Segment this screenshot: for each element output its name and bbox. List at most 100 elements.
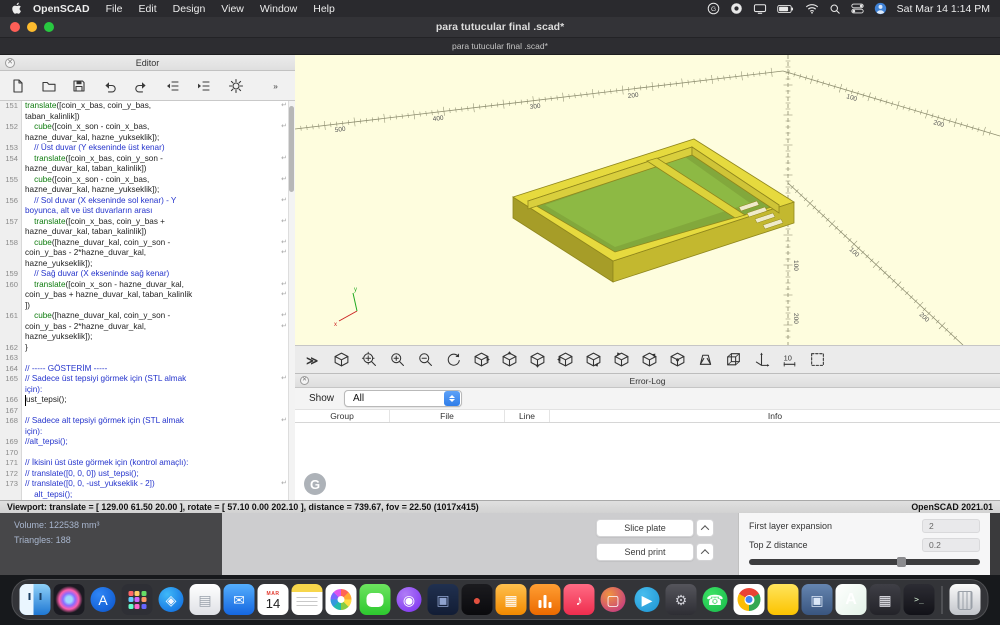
column-header-group[interactable]: Group (295, 410, 390, 422)
reset-view-icon[interactable] (443, 350, 463, 370)
orthographic-icon[interactable] (723, 350, 743, 370)
column-header-file[interactable]: File (390, 410, 505, 422)
camera-app-dock-icon[interactable]: ● (462, 584, 493, 615)
control-center-icon[interactable] (851, 3, 864, 14)
zoom-out-icon[interactable] (415, 350, 435, 370)
view-front-icon[interactable] (583, 350, 603, 370)
terminal-dock-icon[interactable]: >_ (904, 584, 935, 615)
calendar-dock-icon[interactable]: MAR14 (258, 584, 289, 615)
editor-scrollbar-thumb[interactable] (289, 106, 294, 192)
3d-viewport[interactable]: 500400300200100200100200100200xy (295, 55, 1000, 345)
code-line[interactable]: 166ust_tepsi(); (0, 395, 295, 406)
display-icon[interactable] (753, 3, 767, 15)
utilities-grid-dock-icon[interactable]: ▦ (870, 584, 901, 615)
menu-window[interactable]: Window (252, 3, 305, 15)
setting-value-field[interactable]: 2 (922, 519, 980, 533)
render-chevrons-icon[interactable]: ≫ (303, 350, 323, 370)
view-diagonal-icon[interactable] (639, 350, 659, 370)
view-bottom-icon[interactable] (527, 350, 547, 370)
undo-icon[interactable] (98, 74, 122, 98)
minimize-window-button[interactable] (27, 22, 37, 32)
view-center-icon[interactable] (667, 350, 687, 370)
code-line[interactable]: 162} (0, 343, 295, 354)
code-line[interactable]: 167 (0, 406, 295, 417)
setting-value-field[interactable]: 0.2 (922, 538, 980, 552)
view-top-icon[interactable] (499, 350, 519, 370)
menubar-clock[interactable]: Sat Mar 14 1:14 PM (897, 3, 990, 15)
save-icon[interactable] (68, 74, 92, 98)
app-store-dock-icon[interactable]: A (88, 584, 119, 615)
code-line[interactable]: 163 (0, 353, 295, 364)
code-line[interactable]: 157 translate([coin_x_bas, coin_y_bas +↵ (0, 217, 295, 228)
code-line[interactable]: alt_tepsi(); (0, 490, 295, 501)
menu-file[interactable]: File (98, 3, 131, 15)
camera-gradient-dock-icon[interactable]: ▢ (598, 584, 629, 615)
code-line[interactable]: 156 // Sol duvar (X ekseninde sol kenar)… (0, 196, 295, 207)
code-line[interactable]: 151translate([coin_x_bas, coin_y_bas,↵ (0, 101, 295, 112)
code-line[interactable]: 154 translate([coin_x_bas, coin_y_son -↵ (0, 154, 295, 165)
photos-dock-icon[interactable] (326, 584, 357, 615)
code-line[interactable]: boyunca, alt ve üst duvarların arası (0, 206, 295, 217)
code-line[interactable]: coin_y_bas - 2*hazne_duvar_kal,↵ (0, 248, 295, 259)
launchpad-dock-icon[interactable] (122, 584, 153, 615)
chrome-dock-icon[interactable] (734, 584, 765, 615)
user-avatar[interactable] (874, 2, 887, 15)
stocks-chart-dock-icon[interactable] (530, 584, 561, 615)
code-line[interactable]: 161 cube([hazne_duvar_kal, coin_y_son -↵ (0, 311, 295, 322)
preview-cube-icon[interactable] (331, 350, 351, 370)
files-dock-icon[interactable]: ▤ (190, 584, 221, 615)
code-line[interactable]: 169//alt_tepsi(); (0, 437, 295, 448)
axes-icon[interactable] (751, 350, 771, 370)
editor-scrollbar[interactable] (288, 101, 295, 500)
wifi-icon[interactable] (805, 3, 819, 14)
close-error-log-button[interactable]: ✕ (300, 376, 309, 385)
notes-dock-icon[interactable] (292, 584, 323, 615)
grammarly-overlay-icon[interactable]: G (304, 473, 326, 495)
code-line[interactable]: için): (0, 385, 295, 396)
log-filter-dropdown[interactable]: All (344, 390, 462, 407)
menu-view[interactable]: View (213, 3, 252, 15)
slider-handle[interactable] (897, 557, 906, 567)
zoom-window-button[interactable] (44, 22, 54, 32)
code-line[interactable]: coin_y_bas + hazne_duvar_kal, taban_kali… (0, 290, 295, 301)
code-area[interactable]: 151translate([coin_x_bas, coin_y_bas,↵ta… (0, 101, 295, 500)
indent-icon[interactable] (191, 74, 215, 98)
code-line[interactable]: 159 // Sağ duvar (X ekseninde sağ kenar) (0, 269, 295, 280)
siri-dock-icon[interactable] (54, 584, 85, 615)
menu-openscad[interactable]: OpenSCAD (25, 3, 98, 15)
column-header-info[interactable]: Info (550, 410, 1000, 422)
code-line[interactable]: hazne_yukseklik]); (0, 332, 295, 343)
viewport-canvas[interactable]: 500400300200100200100200100200xy (295, 55, 1000, 345)
view-left-icon[interactable] (555, 350, 575, 370)
trash-dock-icon[interactable] (950, 584, 981, 615)
finder-dock-icon[interactable] (20, 584, 51, 615)
code-line[interactable]: 152 cube([coin_x_son - coin_x_bas,↵ (0, 122, 295, 133)
overflow-icon[interactable]: » (265, 74, 289, 98)
menu-design[interactable]: Design (165, 3, 214, 15)
code-line[interactable]: 164// ----- GÖSTERİM ----- (0, 364, 295, 375)
mail-dock-icon[interactable]: ✉ (224, 584, 255, 615)
code-line[interactable]: hazne_duvar_kal, hazne_yukseklik]); (0, 133, 295, 144)
code-line[interactable]: hazne_duvar_kal, taban_kalinlik]) (0, 227, 295, 238)
code-line[interactable]: 165// Sadece üst tepsiyi görmek için (ST… (0, 374, 295, 385)
code-line[interactable]: 158 cube([hazne_duvar_kal, coin_y_son -↵ (0, 238, 295, 249)
code-line[interactable]: ]) (0, 301, 295, 312)
code-line[interactable]: 160 translate([coin_x_son - hazne_duvar_… (0, 280, 295, 291)
yellow-app-dock-icon[interactable] (768, 584, 799, 615)
app-circle-icon[interactable]: G (707, 2, 720, 15)
code-line[interactable]: 173// translate([0, 0, -ust_yukseklik - … (0, 479, 295, 490)
send-print-button[interactable]: Send print (596, 543, 694, 561)
open-file-icon[interactable] (37, 74, 61, 98)
code-line[interactable]: coin_y_bas - 2*hazne_duvar_kal,↵ (0, 322, 295, 333)
whatsapp-dock-icon[interactable]: ☎ (700, 584, 731, 615)
code-line[interactable]: 153 // Üst duvar (Y ekseninde üst kenar) (0, 143, 295, 154)
close-window-button[interactable] (10, 22, 20, 32)
slice-plate-button[interactable]: Slice plate (596, 519, 694, 537)
crosshair-icon[interactable] (807, 350, 827, 370)
collapse-chevron-icon[interactable] (696, 519, 714, 537)
android-studio-dock-icon[interactable]: A (836, 584, 867, 615)
freeform-dock-icon[interactable]: ▣ (428, 584, 459, 615)
battery-icon[interactable] (777, 4, 795, 14)
new-file-icon[interactable] (6, 74, 30, 98)
menu-edit[interactable]: Edit (131, 3, 165, 15)
